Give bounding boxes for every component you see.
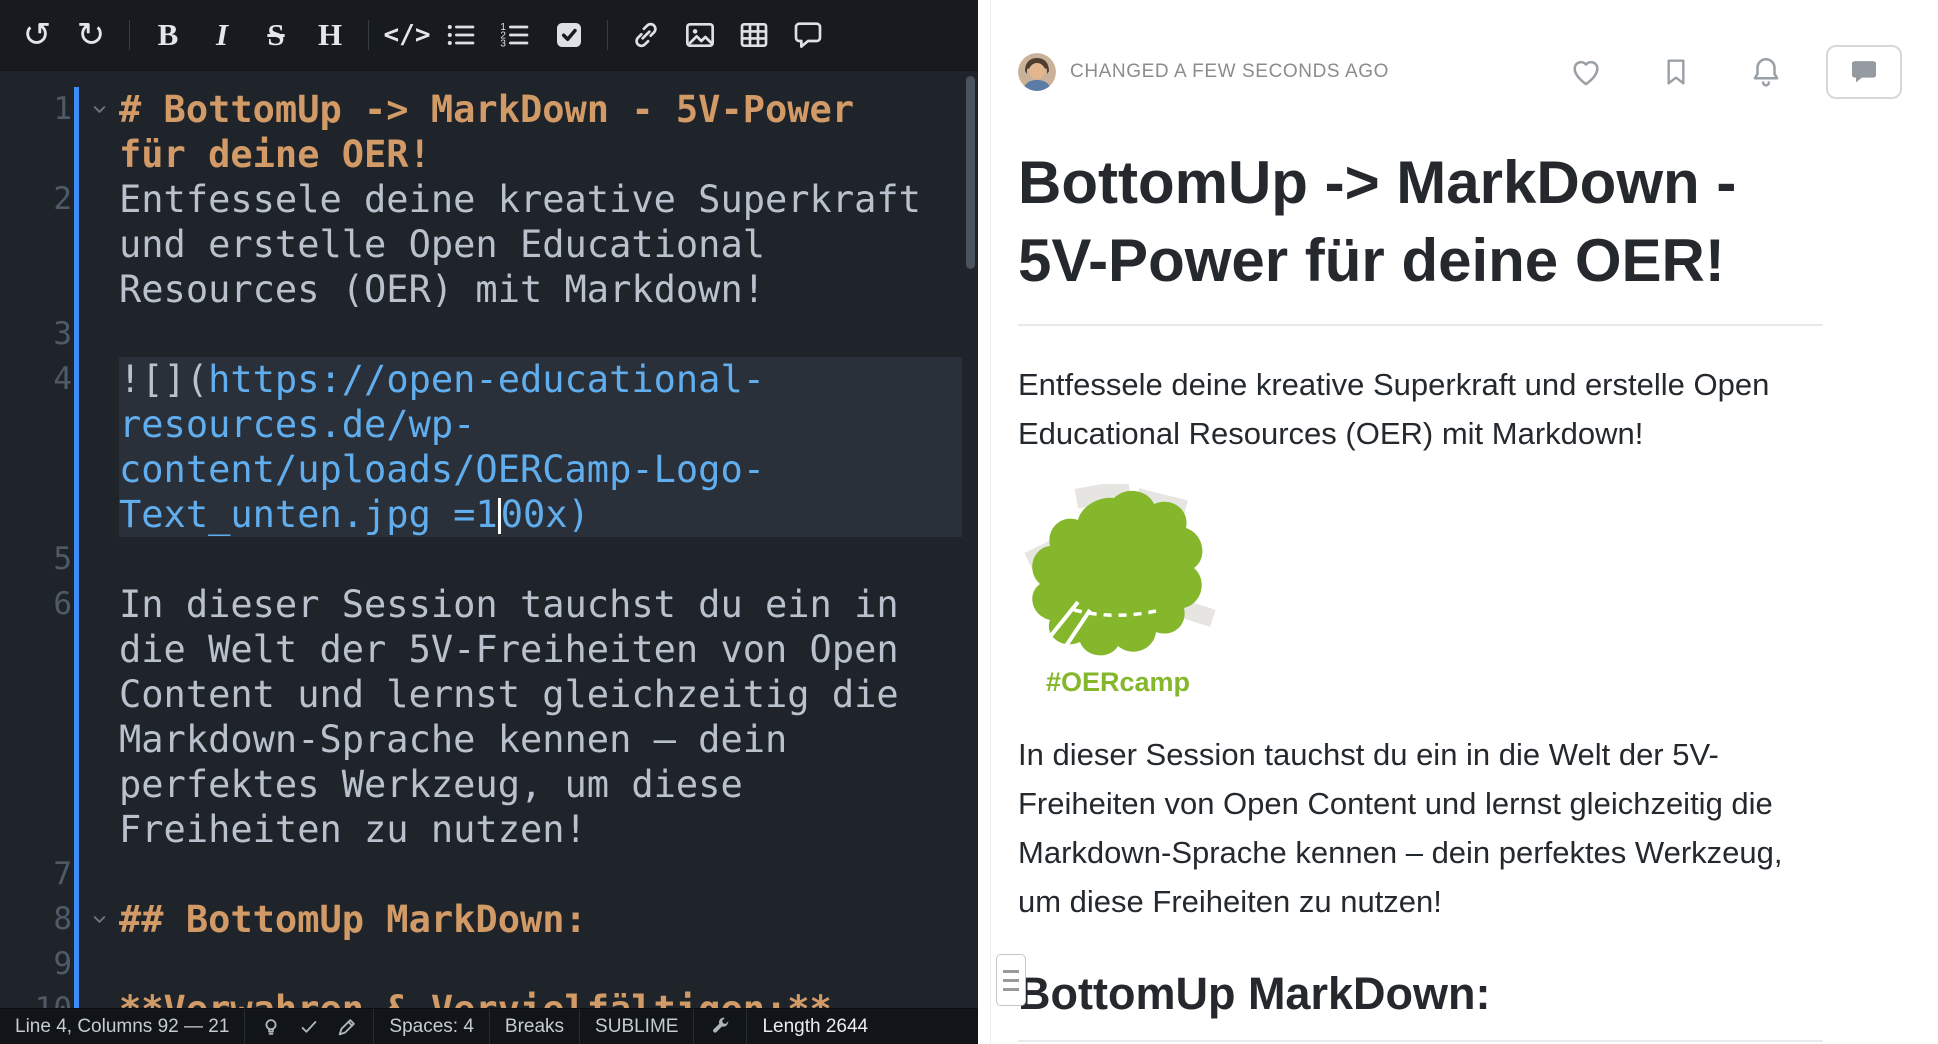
editor-line[interactable]: Freiheiten zu nutzen!: [0, 807, 978, 852]
editor-line[interactable]: 1# BottomUp -> MarkDown - 5V-Power: [0, 87, 978, 132]
heading-icon: H: [318, 17, 342, 53]
image-icon: [684, 19, 716, 51]
bold-button[interactable]: B: [146, 11, 190, 59]
app-window: ↺ ↻ B I S H </> 123: [0, 0, 1938, 1044]
image-button[interactable]: [678, 11, 722, 59]
logo-caption: #OERcamp: [1046, 667, 1190, 697]
keymap-setting[interactable]: SUBLIME: [579, 1009, 693, 1044]
unordered-list-icon: [445, 19, 477, 51]
rendered-document: BottomUp -> MarkDown - 5V-Power für dein…: [991, 144, 1938, 1042]
like-button[interactable]: [1566, 52, 1606, 92]
redo-button[interactable]: ↻: [69, 11, 113, 59]
editor-line[interactable]: die Welt der 5V-Freiheiten von Open: [0, 627, 978, 672]
link-button[interactable]: [624, 11, 668, 59]
chat-bubble-icon: [1848, 56, 1880, 88]
pane-divider[interactable]: [978, 0, 990, 1044]
doc-paragraph: Entfessele deine kreative Superkraft und…: [1018, 360, 1823, 458]
statusbar-tools: [244, 1009, 373, 1044]
comment-icon: [792, 19, 824, 51]
table-button[interactable]: [732, 11, 776, 59]
undo-icon: ↺: [23, 15, 52, 55]
statusbar: Line 4, Columns 92 — 21 Spaces: 4 Breaks…: [0, 1008, 978, 1044]
editor-line[interactable]: resources.de/wp-: [0, 402, 978, 447]
editor-line[interactable]: für deine OER!: [0, 132, 978, 177]
wrench-icon: [709, 1016, 731, 1038]
doc-title: BottomUp -> MarkDown - 5V-Power für dein…: [1018, 144, 1823, 326]
editor-line[interactable]: Markdown-Sprache kennen – dein: [0, 717, 978, 762]
notifications-button[interactable]: [1746, 52, 1786, 92]
editor-surface[interactable]: 1# BottomUp -> MarkDown - 5V-Powerfür de…: [0, 71, 978, 1008]
doc-paragraph: In dieser Session tauchst du ein in die …: [1018, 730, 1823, 926]
avatar[interactable]: [1018, 53, 1056, 91]
toolbar-separator: [607, 20, 608, 50]
breaks-setting[interactable]: Breaks: [489, 1009, 579, 1044]
comment-button[interactable]: [786, 11, 830, 59]
editor-line[interactable]: 5: [0, 537, 978, 582]
editor-line[interactable]: Content und lernst gleichzeitig die: [0, 672, 978, 717]
editor-line[interactable]: 7: [0, 852, 978, 897]
open-comments-button[interactable]: [1826, 45, 1902, 99]
task-list-button[interactable]: [547, 11, 591, 59]
split-drag-handle[interactable]: [996, 954, 1026, 1006]
editor-line[interactable]: 10**Verwahren & Vervielfältigen:**: [0, 987, 978, 1008]
toolbar-separator: [129, 20, 130, 50]
editor-toolbar: ↺ ↻ B I S H </> 123: [0, 0, 978, 71]
preferences-button[interactable]: [693, 1009, 746, 1044]
strikethrough-icon: S: [267, 17, 284, 53]
oercamp-logo-image: #OERcamp: [1018, 484, 1218, 699]
link-icon: [630, 19, 662, 51]
bell-icon: [1749, 55, 1783, 89]
editor-line[interactable]: und erstelle Open Educational: [0, 222, 978, 267]
svg-text:3: 3: [500, 39, 506, 50]
doc-subheading: BottomUp MarkDown:: [1018, 966, 1823, 1042]
redo-icon: ↻: [77, 15, 106, 55]
ordered-list-icon: 123: [499, 19, 531, 51]
spellcheck-icon[interactable]: [298, 1016, 320, 1038]
editor-pane: ↺ ↻ B I S H </> 123: [0, 0, 978, 1044]
preview-topbar: CHANGED A FEW SECONDS AGO: [991, 0, 1938, 104]
heading-button[interactable]: H: [308, 11, 352, 59]
heart-icon: [1569, 55, 1603, 89]
fold-chevron-icon[interactable]: [79, 87, 119, 132]
table-icon: [738, 19, 770, 51]
editor-line[interactable]: 2Entfessele deine kreative Superkraft: [0, 177, 978, 222]
last-changed-label: CHANGED A FEW SECONDS AGO: [1070, 61, 1389, 83]
editor-line[interactable]: perfektes Werkzeug, um diese: [0, 762, 978, 807]
cursor-position: Line 4, Columns 92 — 21: [0, 1009, 244, 1044]
editor-line[interactable]: 6In dieser Session tauchst du ein in: [0, 582, 978, 627]
task-list-icon: [553, 19, 585, 51]
strikethrough-button[interactable]: S: [254, 11, 298, 59]
flame-shape: [1032, 491, 1202, 655]
edit-mode-icon[interactable]: [336, 1016, 358, 1038]
ordered-list-button[interactable]: 123: [493, 11, 537, 59]
italic-icon: I: [216, 17, 228, 53]
undo-button[interactable]: ↺: [15, 11, 59, 59]
editor-line[interactable]: content/uploads/OERCamp-Logo-: [0, 447, 978, 492]
doc-length: Length 2644: [746, 1009, 883, 1044]
fold-chevron-icon[interactable]: [79, 897, 119, 942]
editor-line[interactable]: 8## BottomUp MarkDown:: [0, 897, 978, 942]
preview-pane: CHANGED A FEW SECONDS AGO BottomUp -> Ma…: [990, 0, 1938, 1044]
editor-line[interactable]: 9: [0, 942, 978, 987]
unordered-list-button[interactable]: [439, 11, 483, 59]
bold-icon: B: [158, 17, 179, 53]
code-button[interactable]: </>: [385, 11, 429, 59]
editor-scrollbar[interactable]: [966, 76, 975, 269]
night-mode-icon[interactable]: [260, 1016, 282, 1038]
editor-line[interactable]: 4![](https://open-educational-: [0, 357, 978, 402]
bookmark-icon: [1660, 56, 1692, 88]
spaces-setting[interactable]: Spaces: 4: [373, 1009, 489, 1044]
editor-rows: 1# BottomUp -> MarkDown - 5V-Powerfür de…: [0, 87, 978, 1008]
editor-line[interactable]: Text_unten.jpg =100x): [0, 492, 978, 537]
editor-line[interactable]: 3: [0, 312, 978, 357]
toolbar-separator: [368, 20, 369, 50]
italic-button[interactable]: I: [200, 11, 244, 59]
bookmark-button[interactable]: [1656, 52, 1696, 92]
editor-line[interactable]: Resources (OER) mit Markdown!: [0, 267, 978, 312]
code-icon: </>: [384, 20, 431, 50]
